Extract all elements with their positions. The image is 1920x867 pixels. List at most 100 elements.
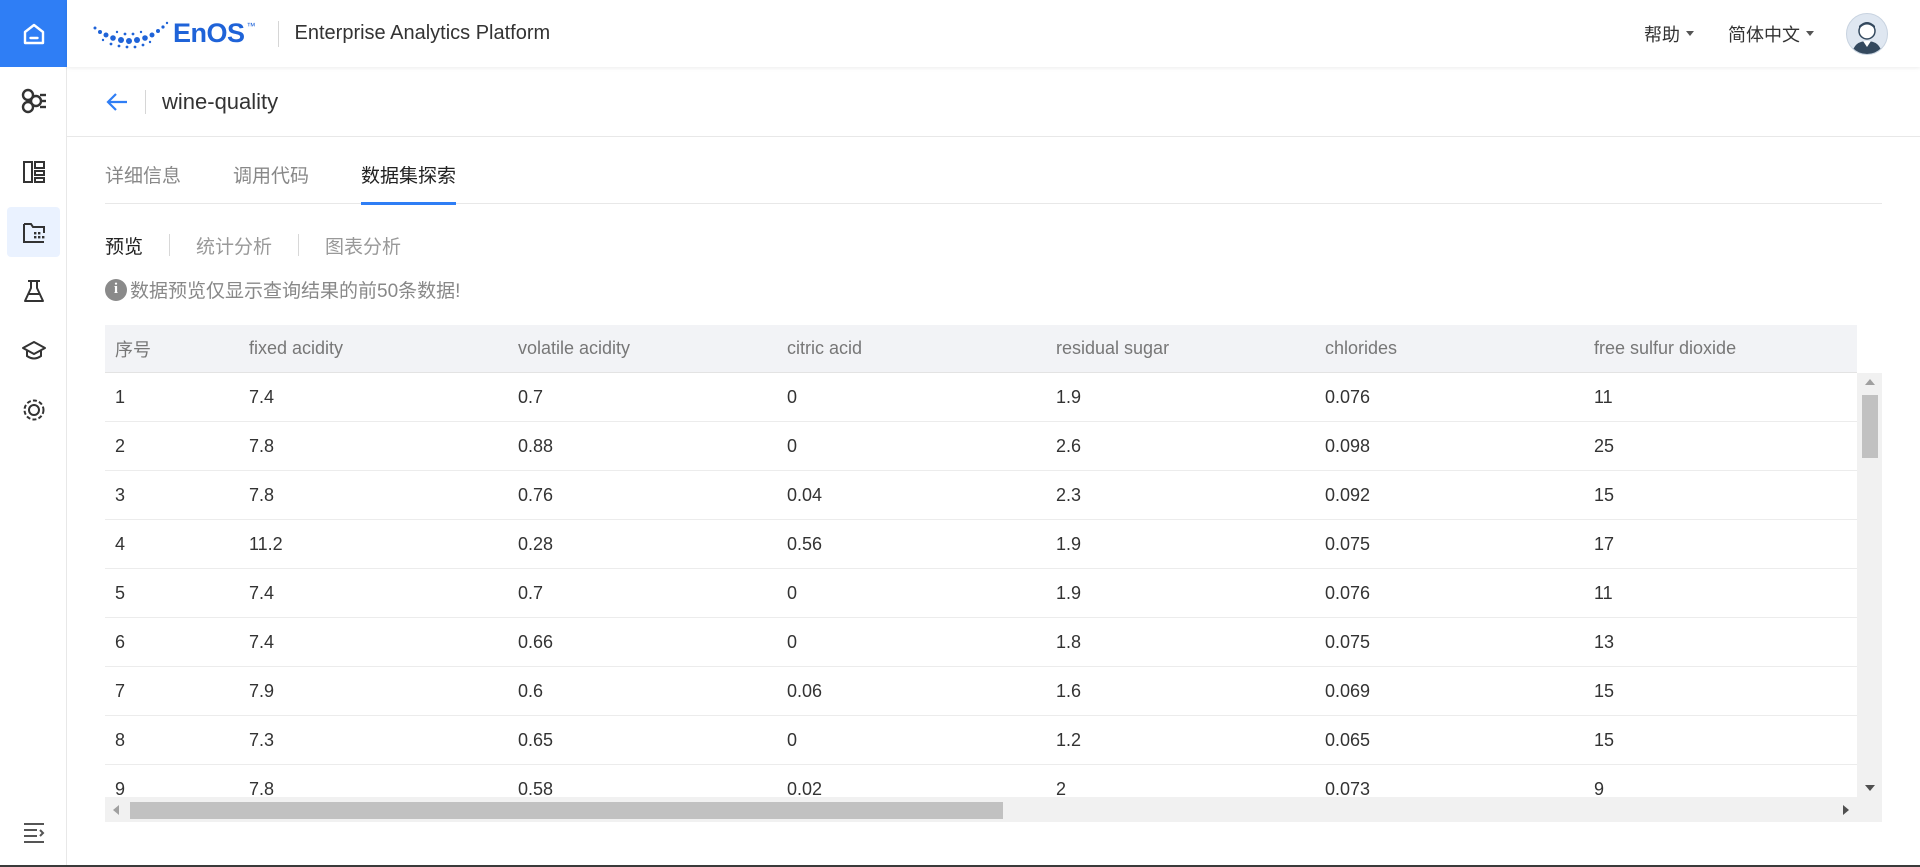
table-cell: 2 [1056,778,1067,798]
language-dropdown[interactable]: 简体中文 [1728,21,1814,47]
table-row: 4 11.2 0.28 0.56 1.9 0.075 17 [105,520,1857,569]
table-cell: 0.02 [787,778,823,798]
vertical-scrollbar[interactable] [1857,373,1882,797]
scroll-right-arrow-icon[interactable] [1843,805,1849,815]
table-cell: 3 [115,484,126,505]
table-cell: 7.8 [249,435,275,456]
table-cell: 4 [115,533,126,554]
table-cell: 0.58 [518,778,554,798]
table-cell: 2.6 [1056,435,1082,456]
tab-dataset-explore[interactable]: 数据集探索 [361,160,457,205]
preview-notice: i 数据预览仅显示查询结果的前50条数据! [105,276,460,303]
sidebar-item-lab[interactable] [7,266,60,316]
sub-tabs: 预览 统计分析 图表分析 [105,230,401,260]
table-cell: 1.8 [1056,631,1082,652]
table-header-row: 序号 fixed acidity volatile acidity citric… [105,325,1857,373]
cap-icon [21,341,46,360]
table-row: 8 7.3 0.65 0 1.2 0.065 15 [105,716,1857,765]
table-cell: 1.9 [1056,582,1082,603]
avatar[interactable] [1846,12,1888,55]
tab-details[interactable]: 详细信息 [105,160,181,204]
gear-icon [23,399,44,421]
table-body: 1 7.4 0.7 0 1.9 0.076 11 2 7.8 0.88 0 2.… [105,373,1857,797]
table-cell: 6 [115,631,126,652]
chevron-down-icon [1806,31,1814,36]
home-button[interactable] [0,0,67,67]
table-cell: 11.2 [249,533,283,554]
column-header[interactable]: fixed acidity [239,325,508,372]
horizontal-scroll-thumb[interactable] [130,802,1003,819]
column-header[interactable]: free sulfur dioxide [1584,325,1857,372]
subtab-statistics[interactable]: 统计分析 [196,232,272,259]
subtab-divider [298,234,300,256]
header-actions: 帮助 简体中文 [1610,12,1920,55]
scroll-up-arrow-icon[interactable] [1865,379,1875,385]
back-button[interactable] [105,90,129,114]
table-cell: 0.06 [787,680,823,701]
page-title: wine-quality [162,88,279,114]
table-cell: 0.66 [518,631,554,652]
table-cell: 8 [115,729,126,750]
table-cell: 15 [1594,484,1615,505]
subtab-divider [169,234,171,256]
flask-icon [23,280,44,302]
logo-brand-text: EnOS [173,18,245,48]
table-cell: 17 [1594,533,1615,554]
horizontal-scrollbar[interactable] [105,797,1857,822]
sidebar-item-model-hub[interactable] [7,76,60,126]
app-title: Enterprise Analytics Platform [294,22,551,44]
scrollbar-corner [1857,797,1882,822]
table-cell: 15 [1594,729,1615,750]
tab-call-code[interactable]: 调用代码 [233,160,309,204]
header-divider [277,20,279,47]
chevron-down-icon [1686,31,1694,36]
table-cell: 7.9 [249,680,275,701]
table-cell: 11 [1594,582,1613,603]
column-header[interactable]: citric acid [777,325,1046,372]
table-cell: 0 [787,386,798,407]
table-cell: 0.88 [518,435,554,456]
subtab-chart-analysis[interactable]: 图表分析 [325,232,401,259]
left-nav-rail [0,0,67,867]
sidebar-item-dataset[interactable] [7,207,60,257]
table-cell: 25 [1594,435,1615,456]
sidebar-item-dashboard[interactable] [7,147,60,197]
enos-logo[interactable]: EnOS ™ [91,18,256,49]
column-header[interactable]: volatile acidity [508,325,777,372]
table-cell: 0.076 [1325,386,1371,407]
table-cell: 7.4 [249,386,275,407]
table-row: 7 7.9 0.6 0.06 1.6 0.069 15 [105,667,1857,716]
page-header: wine-quality [67,67,1920,137]
notice-text: 数据预览仅显示查询结果的前50条数据! [130,281,461,302]
subtab-preview[interactable]: 预览 [105,232,143,259]
vertical-scroll-thumb[interactable] [1862,395,1878,458]
scroll-down-arrow-icon[interactable] [1865,785,1875,791]
sidebar-item-settings[interactable] [7,385,60,435]
help-dropdown[interactable]: 帮助 [1644,21,1694,47]
user-avatar-icon [1852,21,1882,54]
table-cell: 11 [1594,386,1613,407]
logo-dots-icon [93,21,169,48]
layout-icon [22,161,45,183]
table-cell: 0.6 [518,680,544,701]
scroll-left-arrow-icon[interactable] [113,805,119,815]
column-header[interactable]: residual sugar [1046,325,1315,372]
dataset-icon [22,223,45,243]
table-cell: 0.65 [518,729,554,750]
data-table: 序号 fixed acidity volatile acidity citric… [105,325,1882,822]
sidebar-item-publish[interactable] [7,325,60,375]
table-row: 1 7.4 0.7 0 1.9 0.076 11 [105,373,1857,422]
table-cell: 0.098 [1325,435,1371,456]
table-row: 5 7.4 0.7 0 1.9 0.076 11 [105,569,1857,618]
table-cell: 13 [1594,631,1615,652]
table-cell: 0.075 [1325,631,1371,652]
table-cell: 7 [115,680,126,701]
sidebar-collapse-button[interactable] [7,807,60,857]
table-cell: 7.8 [249,778,275,798]
table-cell: 0.073 [1325,778,1371,798]
table-cell: 0.28 [518,533,554,554]
table-cell: 0.56 [787,533,823,554]
table-row: 9 7.8 0.58 0.02 2 0.073 9 [105,765,1857,797]
column-header[interactable]: chlorides [1315,325,1584,372]
column-header[interactable]: 序号 [105,325,239,372]
